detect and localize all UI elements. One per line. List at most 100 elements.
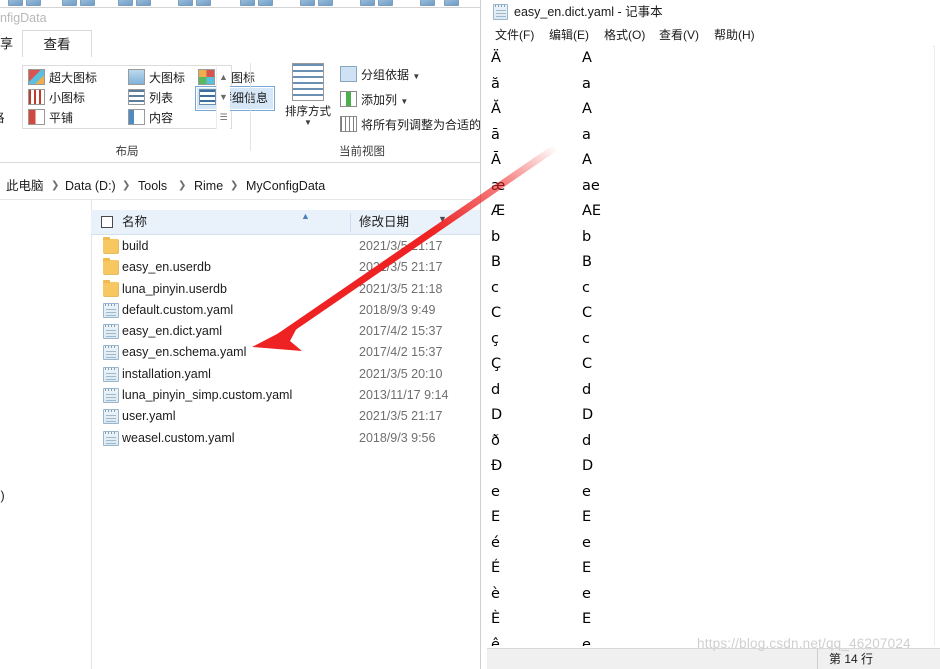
text-line-value: AE bbox=[582, 203, 602, 219]
text-line-value: d bbox=[582, 432, 592, 449]
file-name[interactable]: easy_en.schema.yaml bbox=[122, 342, 246, 363]
status-bar-line-number: 第 14 行 bbox=[829, 652, 874, 666]
menu-item-format[interactable]: 格式(O) bbox=[604, 25, 645, 46]
navigation-pane[interactable]: C:) bbox=[0, 200, 92, 669]
view-option-large-icons[interactable]: 大图标 bbox=[128, 68, 185, 89]
file-name[interactable]: weasel.custom.yaml bbox=[122, 428, 235, 449]
file-row[interactable]: default.custom.yaml 2018/9/3 9:49 bbox=[91, 300, 481, 321]
column-header-date[interactable]: 修改日期 bbox=[359, 210, 409, 235]
view-option-small-icons[interactable]: 小图标 bbox=[28, 88, 85, 109]
file-name[interactable]: luna_pinyin_simp.custom.yaml bbox=[122, 385, 292, 406]
column-header-name[interactable]: 名称 bbox=[122, 210, 147, 235]
menu-item-help[interactable]: 帮助(H) bbox=[714, 25, 755, 46]
text-line[interactable]: DD bbox=[487, 403, 933, 429]
file-name[interactable]: user.yaml bbox=[122, 406, 176, 427]
nav-item-local-disk-c[interactable]: C:) bbox=[0, 489, 5, 503]
text-line[interactable]: cc bbox=[487, 276, 933, 302]
text-line[interactable]: āa bbox=[487, 123, 933, 149]
file-row[interactable]: easy_en.schema.yaml 2017/4/2 15:37 bbox=[91, 342, 481, 363]
add-column-menu-item[interactable]: 添加列 ▼ bbox=[340, 90, 408, 110]
file-name[interactable]: easy_en.userdb bbox=[122, 257, 211, 278]
text-line[interactable]: Æ AE bbox=[487, 199, 933, 225]
text-line[interactable]: ĐD bbox=[487, 454, 933, 480]
text-line[interactable]: ee bbox=[487, 480, 933, 506]
file-list-column-header[interactable]: 名称 ▲ ▼ 修改日期 bbox=[91, 210, 481, 235]
sort-by-button[interactable]: 排序方式 ▼ bbox=[283, 63, 333, 127]
gallery-scroll-down-icon[interactable]: ▼ bbox=[217, 87, 230, 107]
column-divider[interactable] bbox=[350, 213, 351, 232]
gallery-scroll-up-icon[interactable]: ▲ bbox=[217, 67, 230, 87]
text-line-key: d bbox=[491, 381, 501, 398]
file-explorer-window: nfigData 享 查看 格 超大图标 大图标 中图标 小图标 列表 bbox=[0, 0, 481, 669]
group-by-caret-icon[interactable]: ▼ bbox=[412, 72, 420, 81]
text-line[interactable]: ÄA bbox=[487, 46, 933, 72]
view-option-extra-large-icons[interactable]: 超大图标 bbox=[28, 68, 97, 89]
view-option-tiles[interactable]: 平铺 bbox=[28, 108, 73, 129]
sort-by-caret-icon[interactable]: ▼ bbox=[283, 119, 333, 127]
file-row[interactable]: easy_en.userdb 2021/3/5 21:17 bbox=[91, 257, 481, 278]
gallery-scroll-spinner[interactable]: ▲ ▼ ☰ bbox=[216, 67, 230, 129]
file-name[interactable]: default.custom.yaml bbox=[122, 300, 233, 321]
text-line[interactable]: CC bbox=[487, 301, 933, 327]
file-row[interactable]: easy_en.dict.yaml 2017/4/2 15:37 bbox=[91, 321, 481, 342]
text-line[interactable]: EE bbox=[487, 505, 933, 531]
group-by-menu-item[interactable]: 分组依据 ▼ bbox=[340, 65, 420, 85]
text-line-key: D bbox=[491, 407, 503, 423]
tiles-icon bbox=[28, 109, 45, 125]
text-line[interactable]: BB bbox=[487, 250, 933, 276]
text-line[interactable]: ăa bbox=[487, 72, 933, 98]
layout-view-gallery[interactable]: 超大图标 大图标 中图标 小图标 列表 详细信息 平铺 内容 ▲ ▼ ☰ bbox=[22, 65, 276, 129]
menu-item-edit[interactable]: 编辑(E) bbox=[549, 25, 589, 46]
text-line[interactable]: ĀA bbox=[487, 148, 933, 174]
menu-item-view[interactable]: 查看(V) bbox=[659, 25, 699, 46]
breadcrumb-item-2[interactable]: Tools bbox=[138, 173, 167, 199]
notepad-scrollbar[interactable] bbox=[934, 46, 940, 646]
text-line-value: C bbox=[582, 305, 593, 321]
text-line-key: ê bbox=[491, 636, 500, 647]
breadcrumb[interactable]: 此电脑 ❯ Data (D:) ❯ Tools ❯ Rime ❯ MyConfi… bbox=[0, 173, 481, 200]
tab-view[interactable]: 查看 bbox=[22, 30, 92, 58]
file-row[interactable]: installation.yaml 2021/3/5 20:10 bbox=[91, 364, 481, 385]
tab-share-cutoff[interactable]: 享 bbox=[0, 31, 16, 57]
select-all-checkbox[interactable] bbox=[101, 216, 113, 228]
breadcrumb-item-1[interactable]: Data (D:) bbox=[65, 173, 116, 199]
add-column-caret-icon[interactable]: ▼ bbox=[400, 97, 408, 106]
file-name[interactable]: installation.yaml bbox=[122, 364, 211, 385]
text-line[interactable]: ÇC bbox=[487, 352, 933, 378]
text-line[interactable]: ée bbox=[487, 531, 933, 557]
file-name[interactable]: luna_pinyin.userdb bbox=[122, 279, 227, 300]
file-modified-date: 2021/3/5 21:17 bbox=[359, 409, 443, 424]
column-dropdown-icon[interactable]: ▼ bbox=[438, 214, 447, 224]
view-option-content[interactable]: 内容 bbox=[128, 108, 173, 129]
text-line[interactable]: ðd bbox=[487, 429, 933, 455]
file-row[interactable]: luna_pinyin.userdb 2021/3/5 21:18 bbox=[91, 279, 481, 300]
notepad-text-area[interactable]: Ä Aă a Ă Aā a Ā Aæ ae Æ AE b b B Bc c C Cç c Ç Cd d D Dð d Đ De e E E… bbox=[487, 46, 933, 646]
file-row[interactable]: user.yaml 2021/3/5 21:17 bbox=[91, 406, 481, 427]
text-line[interactable]: bb bbox=[487, 225, 933, 251]
text-line[interactable]: æ ae bbox=[487, 174, 933, 200]
gallery-expand-icon[interactable]: ☰ bbox=[217, 107, 230, 127]
view-option-list[interactable]: 列表 bbox=[128, 88, 173, 109]
text-line[interactable]: èe bbox=[487, 582, 933, 608]
text-line[interactable]: ÈE bbox=[487, 607, 933, 633]
view-option-details[interactable]: 详细信息 bbox=[194, 86, 276, 111]
text-line-value: E bbox=[582, 611, 592, 627]
text-line-value: d bbox=[582, 381, 592, 398]
breadcrumb-item-0[interactable]: 此电脑 bbox=[6, 173, 44, 199]
notepad-menu-bar[interactable]: 文件(F) 编辑(E) 格式(O) 查看(V) 帮助(H) bbox=[487, 25, 940, 47]
file-row[interactable]: luna_pinyin_simp.custom.yaml 2013/11/17 9… bbox=[91, 385, 481, 406]
text-line[interactable]: çc bbox=[487, 327, 933, 353]
breadcrumb-item-4[interactable]: MyConfigData bbox=[246, 173, 325, 199]
folder-icon bbox=[103, 279, 119, 297]
file-row[interactable]: build 2021/3/5 21:17 bbox=[91, 236, 481, 257]
file-name[interactable]: easy_en.dict.yaml bbox=[122, 321, 222, 342]
text-line[interactable]: dd bbox=[487, 378, 933, 404]
file-row[interactable]: weasel.custom.yaml 2018/9/3 9:56 bbox=[91, 428, 481, 449]
size-columns-to-fit-menu-item[interactable]: 将所有列调整为合适的大 bbox=[340, 115, 481, 135]
file-name[interactable]: build bbox=[122, 236, 148, 257]
text-line[interactable]: ÉE bbox=[487, 556, 933, 582]
menu-item-file[interactable]: 文件(F) bbox=[495, 25, 534, 46]
text-line[interactable]: ĂA bbox=[487, 97, 933, 123]
file-list[interactable]: build 2021/3/5 21:17 easy_en.userdb 2021/3/… bbox=[91, 236, 481, 449]
breadcrumb-item-3[interactable]: Rime bbox=[194, 173, 223, 199]
